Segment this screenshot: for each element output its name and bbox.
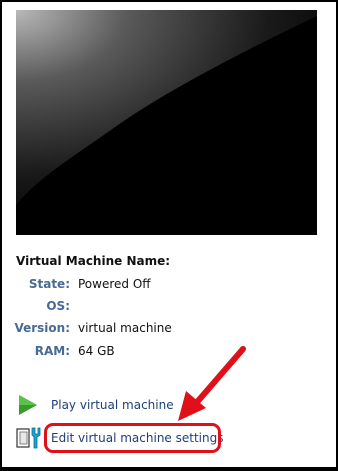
ram-value: 64 GB xyxy=(78,344,115,358)
play-vm-label: Play virtual machine xyxy=(51,398,174,412)
state-label: State: xyxy=(28,277,70,291)
vm-ram-row: RAM: 64 GB xyxy=(2,344,338,362)
os-label: OS: xyxy=(46,299,70,313)
settings-icon xyxy=(16,426,42,450)
vm-preview-thumbnail[interactable] xyxy=(16,10,317,235)
vm-os-row: OS: xyxy=(2,299,338,317)
vm-state-row: State: Powered Off xyxy=(2,277,338,295)
vm-preview-graphic xyxy=(16,10,317,235)
state-value: Powered Off xyxy=(78,277,151,291)
version-value: virtual machine xyxy=(78,321,172,335)
ram-label: RAM: xyxy=(34,344,70,358)
vm-summary-panel: Virtual Machine Name: State: Powered Off… xyxy=(0,0,338,469)
vm-name-heading: Virtual Machine Name: xyxy=(16,254,171,268)
play-vm-link[interactable]: Play virtual machine xyxy=(16,393,316,417)
vm-version-row: Version: virtual machine xyxy=(2,321,338,339)
version-label: Version: xyxy=(14,321,70,335)
play-icon xyxy=(16,393,42,417)
annotation-highlight-box xyxy=(44,423,221,453)
